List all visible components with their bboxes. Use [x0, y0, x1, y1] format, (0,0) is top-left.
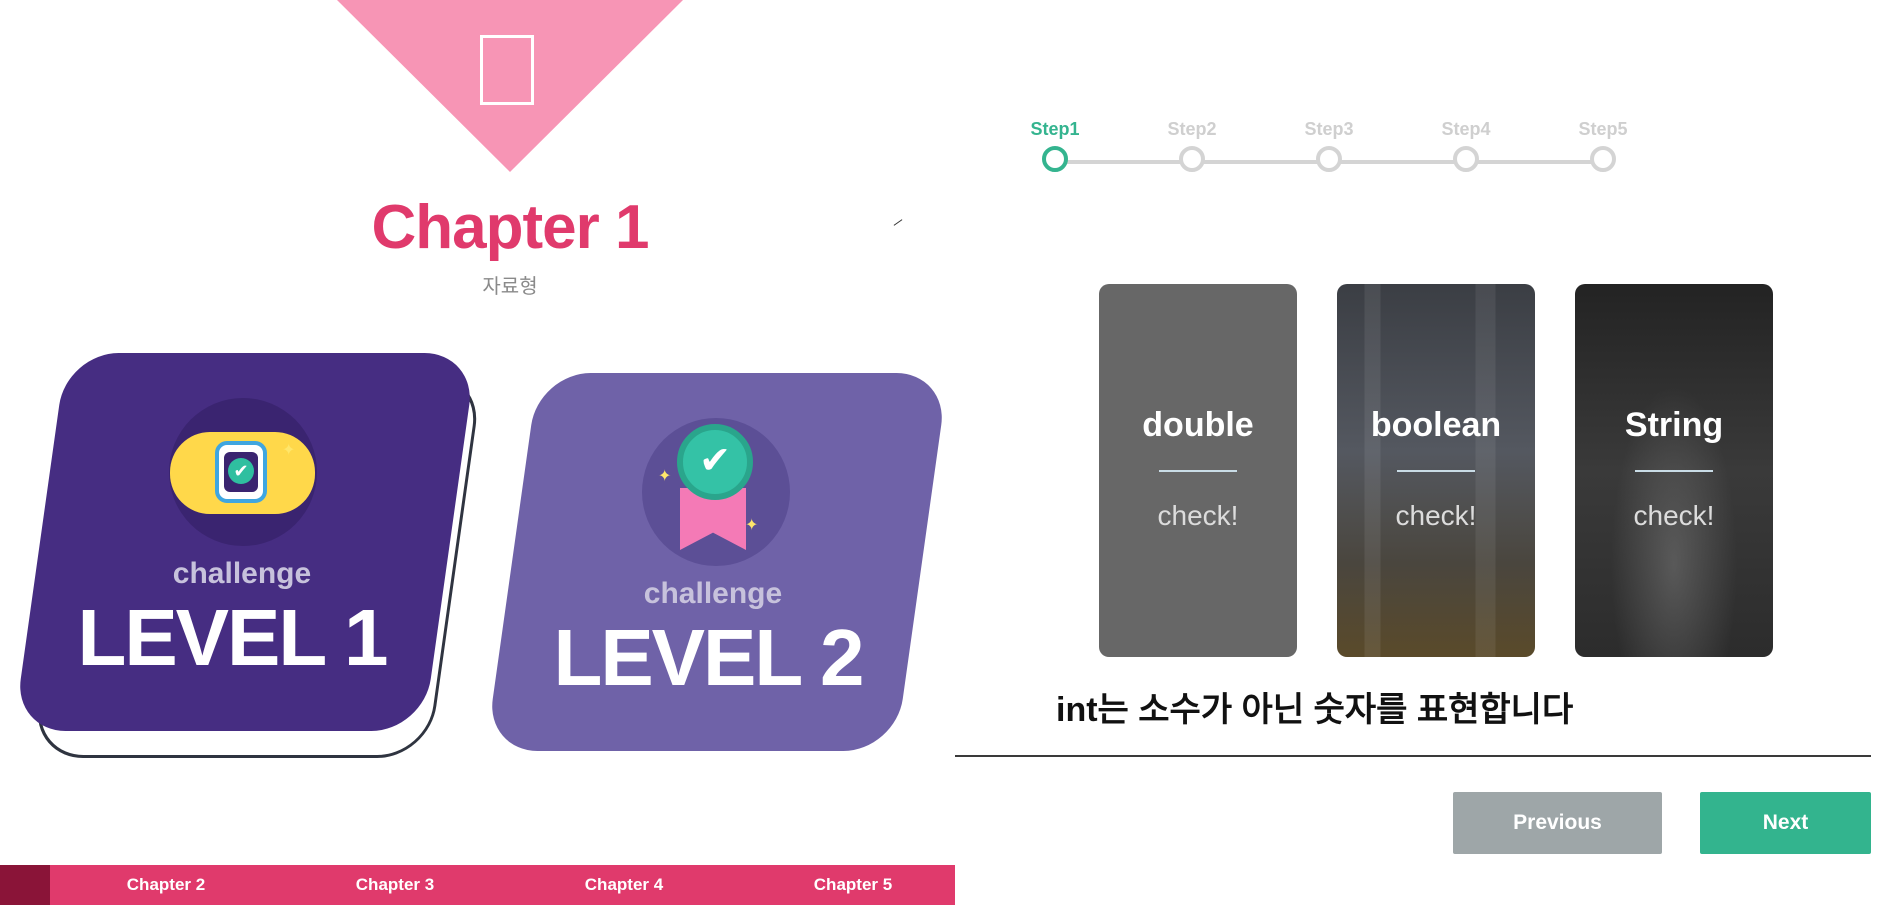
nav-chapter-4[interactable]: Chapter 4: [544, 865, 704, 905]
sparkle-icon: ✦: [745, 517, 759, 534]
divider: [955, 755, 1871, 757]
card-title: String: [1624, 406, 1724, 444]
level-2-label: LEVEL 2: [553, 613, 864, 702]
next-button[interactable]: Next: [1700, 792, 1871, 854]
step-dot: [1316, 146, 1342, 172]
card-check-label: check!: [1157, 500, 1239, 531]
previous-button[interactable]: Previous: [1453, 792, 1662, 854]
step-dot: [1179, 146, 1205, 172]
card-boolean[interactable]: boolean check!: [1337, 284, 1535, 657]
step-3[interactable]: Step3: [1284, 116, 1374, 172]
sparkle-icon: ✦: [658, 468, 672, 485]
award-badge-icon: ✔: [677, 424, 753, 500]
step-progress: Step1 Step2 Step3 Step4 Step5: [1010, 116, 1640, 186]
chapter-subtitle: 자료형: [482, 276, 538, 298]
current-chapter-marker: [0, 865, 50, 905]
step-2[interactable]: Step2: [1147, 116, 1237, 172]
card-title: boolean: [1370, 406, 1502, 444]
book-icon: [480, 35, 534, 105]
card-divider: [1397, 470, 1475, 472]
step-dot: [1590, 146, 1616, 172]
nav-chapter-5[interactable]: Chapter 5: [773, 865, 933, 905]
card-check-label: check!: [1633, 500, 1715, 531]
sparkle-icon: ✦: [282, 442, 296, 459]
step-label: Step5: [1578, 119, 1628, 139]
card-check-label: check!: [1395, 500, 1477, 531]
level-2-challenge-label: challenge: [643, 577, 783, 610]
step-4[interactable]: Step4: [1421, 116, 1511, 172]
step-dot: [1042, 146, 1068, 172]
step-label: Step3: [1304, 119, 1354, 139]
card-divider: [1159, 470, 1237, 472]
card-divider: [1635, 470, 1713, 472]
step-label: Step2: [1167, 119, 1217, 139]
card-title: double: [1142, 406, 1254, 444]
chapter-nav-bar: Chapter 2 Chapter 3 Chapter 4 Chapter 5: [0, 865, 955, 905]
level-1-label: LEVEL 1: [77, 593, 388, 682]
chapter-panel: Chapter 1 자료형 ✔ ✦ challenge LEVEL 1 ✔ ✦ …: [0, 0, 955, 905]
step-5[interactable]: Step5: [1558, 116, 1648, 172]
card-string[interactable]: String check!: [1575, 284, 1773, 657]
check-icon: ✔: [228, 458, 254, 484]
nav-chapter-2[interactable]: Chapter 2: [86, 865, 246, 905]
nav-chapter-3[interactable]: Chapter 3: [315, 865, 475, 905]
level-1-challenge-label: challenge: [172, 557, 312, 590]
card-double[interactable]: double check!: [1099, 284, 1297, 657]
step-1[interactable]: Step1: [1010, 116, 1100, 172]
question-hint: int는 소수가 아닌 숫자를 표현합니다: [1056, 691, 1574, 729]
stray-mark: [893, 219, 903, 226]
step-label: Step1: [1030, 119, 1080, 139]
step-label: Step4: [1441, 119, 1491, 139]
chapter-title: Chapter 1: [371, 193, 650, 262]
step-dot: [1453, 146, 1479, 172]
